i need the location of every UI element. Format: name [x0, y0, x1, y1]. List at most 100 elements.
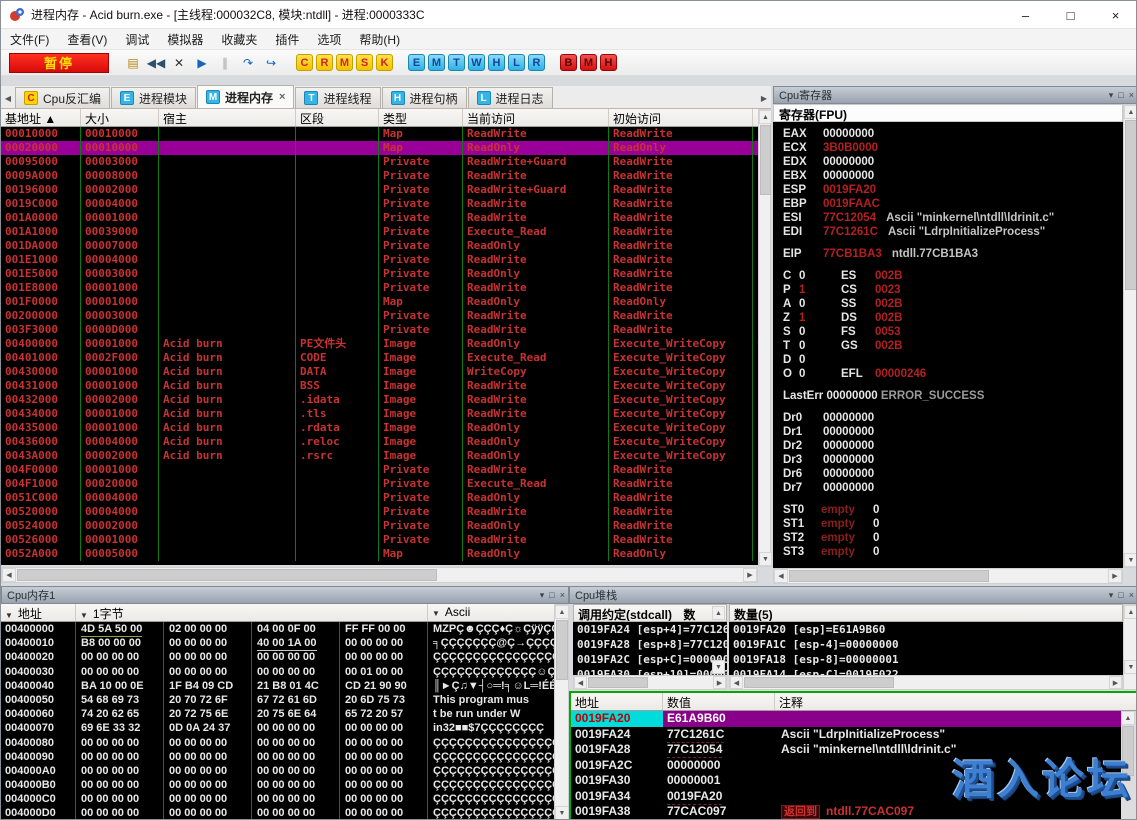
scroll-down-icon[interactable]: ▼ [1124, 660, 1137, 674]
memory-table-vscrollbar[interactable]: ▲ ▼ [758, 109, 771, 567]
column-header[interactable]: ▼1字节 [76, 604, 428, 621]
callconv-row[interactable]: 0019FA2C [esp+C]=00000000 [573, 652, 727, 667]
scroll-thumb[interactable] [744, 677, 894, 688]
register-hscrollbar[interactable]: ◀ ▶ [773, 568, 1123, 584]
memory-row[interactable]: 0009500000003000PrivateReadWrite+GuardRe… [1, 155, 758, 169]
scroll-up-icon[interactable]: ▲ [555, 605, 569, 619]
memory-row[interactable]: 0052000000004000PrivateReadWriteReadWrit… [1, 505, 758, 519]
st-register-line[interactable]: ST3empty0 [783, 544, 1123, 558]
callconv-row[interactable]: 0019FA24 [esp+4]=77C1261C [573, 622, 727, 637]
stop-icon[interactable]: ✕ [169, 54, 189, 72]
register-line[interactable]: Dr600000000 [783, 466, 1123, 480]
register-line[interactable]: ECX3B0B0000 [783, 140, 1123, 154]
argcount-hscrollbar[interactable]: ◀ ▶ [729, 675, 1123, 690]
panel-menu-icon[interactable]: ▾ [1109, 90, 1114, 101]
dump-row[interactable]: 0040003000 00 00 0000 00 00 0000 00 00 0… [1, 665, 554, 679]
memory-row[interactable]: 0043100000001000Acid burnBSSImageReadWri… [1, 379, 758, 393]
letter-button-B[interactable]: B [560, 54, 577, 71]
column-header[interactable]: 区段 [296, 109, 379, 126]
menu-item[interactable]: 调试 [116, 31, 158, 48]
flag-line[interactable]: S0FS0053 [783, 324, 1123, 338]
column-header[interactable]: ▼地址 [1, 604, 76, 621]
memory-row[interactable]: 0052600000001000PrivateReadWriteReadWrit… [1, 533, 758, 547]
tab-进程内存[interactable]: M进程内存× [197, 85, 294, 108]
callconv-hscrollbar[interactable]: ◀ ▶ [573, 675, 727, 690]
menu-item[interactable]: 帮助(H) [350, 31, 409, 48]
scroll-thumb[interactable] [17, 569, 437, 581]
step-into-icon[interactable]: ↷ [238, 54, 258, 72]
letter-button-M[interactable]: M [428, 54, 445, 71]
memdump-vscrollbar[interactable]: ▲ ▼ [554, 604, 569, 820]
scroll-right-icon[interactable]: ▶ [743, 568, 757, 582]
flag-line[interactable]: C0ES002B [783, 268, 1123, 282]
register-line[interactable]: ESI77C12054Ascii "minkernel\ntdll\ldrini… [783, 210, 1123, 224]
step-over-icon[interactable]: ↪ [261, 54, 281, 72]
memory-row[interactable]: 004F100000020000PrivateExecute_ReadReadW… [1, 477, 758, 491]
panel-pin-icon[interactable]: □ [1118, 590, 1123, 600]
panel-pin-icon[interactable]: □ [1118, 90, 1123, 100]
column-header[interactable]: 宿主 [159, 109, 296, 126]
column-header[interactable]: 大小 [81, 109, 159, 126]
register-line[interactable]: ESP0019FA20 [783, 182, 1123, 196]
scroll-up-icon[interactable]: ▲ [759, 110, 772, 124]
menu-item[interactable]: 文件(F) [1, 31, 58, 48]
dump-row[interactable]: 0040006074 20 62 6520 72 75 6E20 75 6E 6… [1, 707, 554, 721]
letter-button-R[interactable]: R [316, 54, 333, 71]
memory-row[interactable]: 004010000002F000Acid burnCODEImageExecut… [1, 351, 758, 365]
scroll-thumb[interactable] [789, 570, 989, 582]
st-register-line[interactable]: ST1empty0 [783, 516, 1123, 530]
column-header[interactable]: 类型 [379, 109, 463, 126]
scroll-thumb[interactable] [1125, 120, 1137, 290]
panel-menu-icon[interactable]: ▾ [540, 590, 545, 601]
dump-row[interactable]: 00400010B8 00 00 0000 00 00 0040 00 1A 0… [1, 636, 554, 650]
pause-button[interactable]: 暂停 [9, 53, 109, 73]
scroll-up-icon[interactable]: ▲ [1124, 605, 1137, 619]
dump-row[interactable]: 0040009000 00 00 0000 00 00 0000 00 00 0… [1, 750, 554, 764]
memory-row[interactable]: 0051C00000004000PrivateReadOnlyReadWrite [1, 491, 758, 505]
panel-pin-icon[interactable]: □ [549, 590, 554, 600]
register-line[interactable]: Dr100000000 [783, 424, 1123, 438]
register-line[interactable]: EIP77CB1BA3ntdll.77CB1BA3 [783, 246, 1123, 260]
stack-row[interactable]: 0019FA2477C1261CAscii "LdrpInitializePro… [571, 727, 1136, 743]
register-line[interactable]: EBP0019FAAC [783, 196, 1123, 210]
dump-row[interactable]: 004000A000 00 00 0000 00 00 0000 00 00 0… [1, 764, 554, 778]
scroll-right-icon[interactable]: ▶ [713, 676, 726, 689]
register-line[interactable]: Dr700000000 [783, 480, 1123, 494]
log-icon[interactable]: ▤ [123, 54, 143, 72]
letter-button-S[interactable]: S [356, 54, 373, 71]
flag-line[interactable]: Z1DS002B [783, 310, 1123, 324]
letter-button-M[interactable]: M [336, 54, 353, 71]
tab-scroll-left-icon[interactable]: ◀ [1, 88, 15, 108]
memory-row[interactable]: 0019C00000004000PrivateReadWriteReadWrit… [1, 197, 758, 211]
flag-line[interactable]: A0SS002B [783, 296, 1123, 310]
register-line[interactable]: Dr200000000 [783, 438, 1123, 452]
argcount-row[interactable]: 0019FA18 [esp-8]=00000001 [729, 652, 1123, 667]
dump-row[interactable]: 0040005054 68 69 7320 70 72 6F67 72 61 6… [1, 693, 554, 707]
memory-row[interactable]: 001A000000001000PrivateReadWriteReadWrit… [1, 211, 758, 225]
stack-row[interactable]: 0019FA3000000001 [571, 773, 1136, 789]
letter-button-K[interactable]: K [376, 54, 393, 71]
letter-button-H[interactable]: H [600, 54, 617, 71]
minimize-button[interactable]: – [1003, 1, 1048, 29]
scroll-up-icon[interactable]: ▲ [1121, 711, 1135, 725]
scroll-thumb[interactable] [556, 620, 568, 680]
panel-menu-icon[interactable]: ▾ [1109, 590, 1114, 601]
memory-row[interactable]: 0019600000002000PrivateReadWrite+GuardRe… [1, 183, 758, 197]
register-line[interactable]: EAX00000000 [783, 126, 1123, 140]
menu-item[interactable]: 模拟器 [158, 31, 212, 48]
flag-line[interactable]: P1CS0023 [783, 282, 1123, 296]
memory-row[interactable]: 0001000000010000MapReadWriteReadWrite [1, 127, 758, 141]
tab-Cpu反汇编[interactable]: CCpu反汇编 [15, 87, 110, 108]
memory-row[interactable]: 0020000000003000PrivateReadWriteReadWrit… [1, 309, 758, 323]
scroll-up-icon[interactable]: ▲ [1124, 105, 1137, 119]
run-icon[interactable]: ▶ [192, 54, 212, 72]
column-header[interactable]: 数值 [663, 693, 775, 710]
scroll-up-icon[interactable]: ▲ [712, 606, 725, 620]
st-register-line[interactable]: ST2empty0 [783, 530, 1123, 544]
panel-close-icon[interactable]: × [560, 590, 565, 600]
argcount-row[interactable]: 0019FA14 [esp-C]=0019F022 [729, 667, 1123, 675]
register-vscrollbar[interactable]: ▲ ▼ [1123, 104, 1137, 568]
memory-row[interactable]: 0043200000002000Acid burn.idataImageRead… [1, 393, 758, 407]
memory-row[interactable]: 0040000000001000Acid burnPE文件头ImageReadO… [1, 337, 758, 351]
memory-row[interactable]: 001F000000001000MapReadOnlyReadOnly [1, 295, 758, 309]
